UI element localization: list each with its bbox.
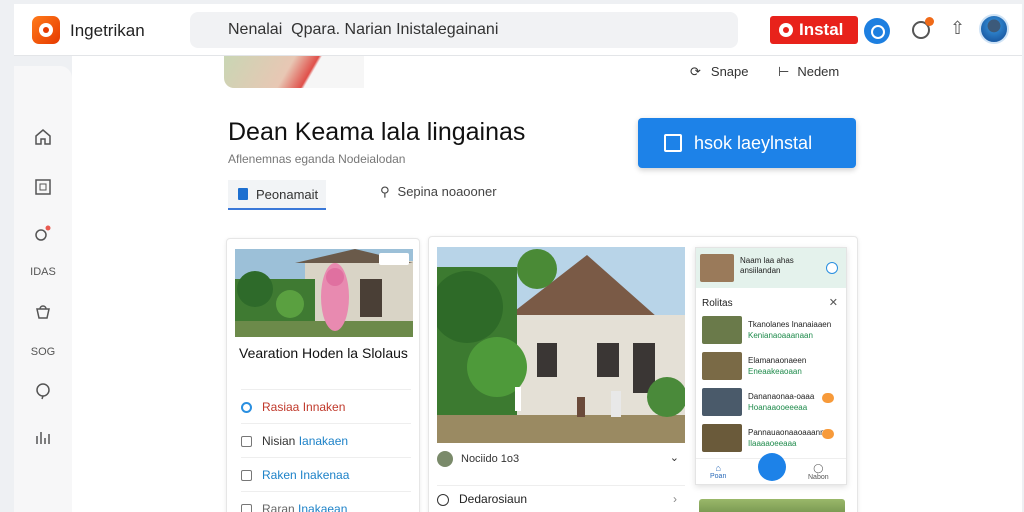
primary-install-button[interactable]: hsok laeylnstal bbox=[638, 118, 856, 168]
panel-list-item[interactable]: Elamanaonaeen Eneaakeaoaan bbox=[702, 352, 840, 380]
list-item[interactable]: Rasiaa Innaken bbox=[241, 389, 411, 414]
panel-thumb bbox=[702, 352, 742, 380]
install-icon bbox=[779, 23, 793, 37]
panel-thumb bbox=[702, 424, 742, 452]
more-icon[interactable]: ⌄ bbox=[670, 451, 679, 464]
share-link[interactable]: ⟳ Snape bbox=[690, 64, 749, 80]
share-circle-icon[interactable] bbox=[864, 18, 890, 44]
panel-list-item[interactable]: Pannauaonaaoaaannn Ilaaaaoeeaaa bbox=[702, 424, 840, 452]
chat-icon: ◯ bbox=[813, 463, 824, 473]
checkbox-icon bbox=[241, 470, 252, 482]
upload-icon[interactable]: ⇧ bbox=[950, 18, 965, 39]
page-title: Dean Keama lala lingainas bbox=[228, 118, 526, 146]
panel-list-item[interactable]: Tkanolanes Inanaiaaen Kenianaoaaanaan bbox=[702, 316, 840, 344]
plus-icon: ⊢ bbox=[778, 64, 790, 79]
home-icon bbox=[35, 129, 51, 145]
sidebar-item-bag[interactable] bbox=[14, 302, 72, 323]
list-item[interactable]: Nisian Ianakaen bbox=[241, 423, 411, 448]
sidebar-item-label-2[interactable]: SOG bbox=[14, 346, 72, 358]
chevron-right-icon[interactable]: › bbox=[673, 492, 677, 506]
app-logo-icon[interactable] bbox=[32, 16, 60, 44]
house-photo[interactable] bbox=[437, 247, 685, 443]
sidebar-item-label-1[interactable]: IDAS bbox=[14, 266, 72, 278]
close-icon[interactable]: ✕ bbox=[829, 296, 838, 309]
search-icon: ⚲ bbox=[380, 184, 390, 199]
page-subtitle: Aflenemnas eganda Nodeialodan bbox=[228, 152, 406, 166]
panel-badge-icon[interactable] bbox=[826, 262, 838, 274]
location-avatar-icon bbox=[437, 451, 453, 467]
checkbox-icon bbox=[664, 134, 682, 152]
pin-icon bbox=[35, 225, 51, 241]
tab-active[interactable]: Peonamait bbox=[228, 180, 326, 210]
panel-nav-right[interactable]: ◯ Nabon bbox=[808, 463, 829, 481]
top-bar: Ingetrikan Instal ⇧ bbox=[14, 4, 1022, 56]
sidebar-item-chart[interactable] bbox=[14, 428, 72, 449]
new-link[interactable]: ⊢ Nedem bbox=[778, 64, 839, 80]
status-badge bbox=[822, 429, 834, 439]
side-panel: Naam laa ahas ansiilandan Rolitas ✕ Tkan… bbox=[695, 247, 847, 485]
photo-footer-row[interactable]: Nociido 1o3 ⌄ bbox=[437, 451, 685, 473]
bag-icon bbox=[36, 305, 50, 319]
home-icon: ⌂ bbox=[715, 463, 721, 473]
chart-icon bbox=[36, 432, 50, 444]
notification-icon[interactable] bbox=[912, 17, 934, 39]
list-item[interactable]: Raran Inakaean bbox=[241, 491, 411, 512]
help-icon bbox=[36, 383, 50, 400]
card-main-photo[interactable]: Nociido 1o3 ⌄ Dedarosiaun › Naam laa aha… bbox=[428, 236, 858, 512]
app-name: Ingetrikan bbox=[70, 21, 145, 40]
card-listing[interactable]: Vearation Hoden la Slolaus Rasiaa Innake… bbox=[226, 238, 420, 512]
checkbox-icon bbox=[241, 436, 252, 448]
search-input[interactable] bbox=[190, 12, 738, 48]
panel-bottom-bar: ⌂ Poan ◯ Nabon bbox=[696, 453, 846, 484]
panel-thumb bbox=[702, 316, 742, 344]
share-icon: ⟳ bbox=[690, 64, 701, 79]
checkbox-icon bbox=[241, 504, 252, 512]
panel-header[interactable]: Naam laa ahas ansiilandan bbox=[696, 248, 846, 288]
sidebar-item-help[interactable] bbox=[14, 382, 72, 403]
info-icon bbox=[437, 493, 449, 506]
document-icon bbox=[238, 188, 248, 200]
status-badge bbox=[822, 393, 834, 403]
tab-secondary[interactable]: ⚲ Sepina noaooner bbox=[380, 184, 497, 200]
panel-thumb bbox=[702, 388, 742, 416]
panel-next-card bbox=[699, 499, 845, 512]
sidebar: IDAS SOG bbox=[14, 66, 72, 512]
radio-icon bbox=[241, 402, 252, 414]
panel-header-thumb bbox=[700, 254, 734, 282]
main-content: ⟳ Snape ⊢ Nedem Dean Keama lala lingainas … bbox=[72, 56, 1022, 512]
hero-thumbnail bbox=[224, 56, 364, 88]
sidebar-item-home[interactable] bbox=[14, 128, 72, 149]
panel-nav-left[interactable]: ⌂ Poan bbox=[710, 463, 726, 480]
panel-section-title: Rolitas bbox=[702, 298, 733, 309]
photo-details-row[interactable]: Dedarosiaun › bbox=[437, 485, 685, 509]
panel-fab-icon[interactable] bbox=[758, 453, 786, 481]
notification-badge bbox=[925, 17, 934, 26]
avatar[interactable] bbox=[979, 14, 1009, 44]
sidebar-item-square[interactable] bbox=[14, 178, 72, 199]
install-button[interactable]: Instal bbox=[770, 16, 858, 44]
card-photo bbox=[235, 249, 413, 337]
list-item[interactable]: Raken Inakenaa bbox=[241, 457, 411, 482]
panel-list-item[interactable]: Dananaonaa-oaaa Hoanaaooeeeaa bbox=[702, 388, 840, 416]
sidebar-item-pin[interactable] bbox=[14, 224, 72, 245]
square-icon bbox=[35, 179, 51, 195]
card-title: Vearation Hoden la Slolaus bbox=[239, 345, 408, 361]
